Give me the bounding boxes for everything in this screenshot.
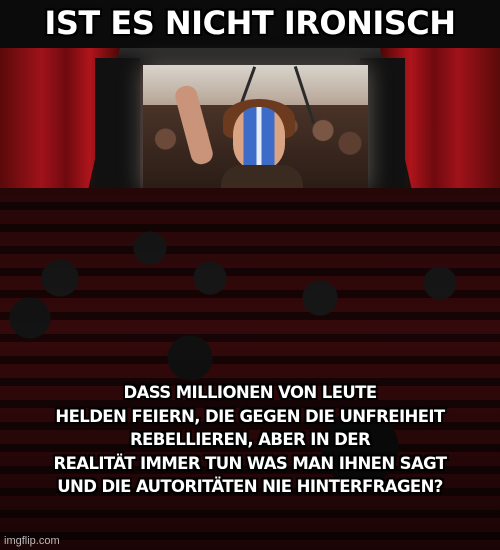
- watermark: imgflip.com: [4, 535, 60, 547]
- hero-face-blue-paint: [233, 107, 285, 169]
- movie-screen: [143, 65, 368, 190]
- top-caption: IST ES NICHT IRONISCH: [44, 4, 456, 42]
- bottom-caption: DASS MILLIONEN VON LEUTE HELDEN FEIERN, …: [53, 383, 448, 496]
- left-speaker: [95, 58, 140, 198]
- meme-image: IST ES NICHT IRONISCH DASS MILLIONEN VON…: [0, 0, 500, 550]
- hero-body: [221, 165, 303, 190]
